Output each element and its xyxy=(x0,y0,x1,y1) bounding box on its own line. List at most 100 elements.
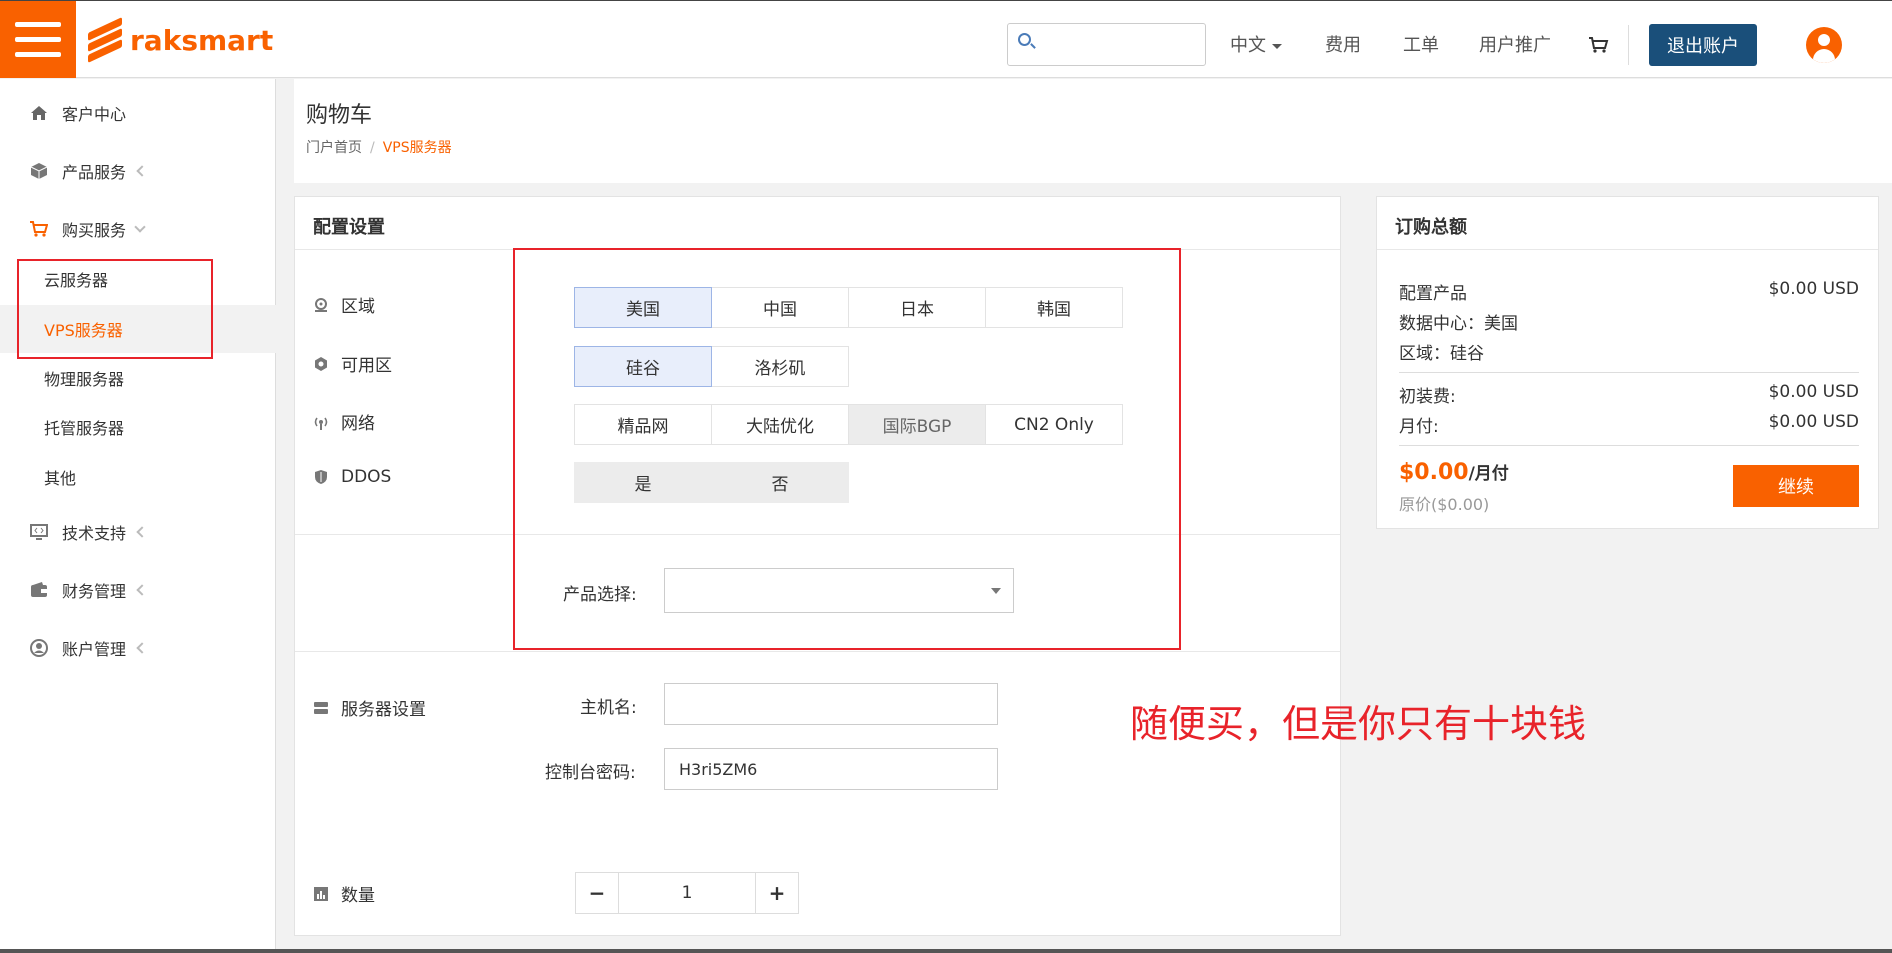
summary-setup-label: 初装费: xyxy=(1399,387,1456,407)
region-option-us[interactable]: 美国 xyxy=(574,287,712,328)
signal-icon xyxy=(314,417,328,430)
sidebar-subitem-dedicated[interactable]: 物理服务器 xyxy=(0,354,276,402)
shield-icon xyxy=(315,470,327,484)
brand-logo[interactable]: raksmart xyxy=(88,17,273,63)
region-label-text: 区域 xyxy=(341,297,375,317)
divider xyxy=(1399,445,1859,446)
hostname-input[interactable] xyxy=(664,683,998,725)
total-unit: /月付 xyxy=(1468,464,1509,484)
breadcrumb-separator: / xyxy=(370,140,375,156)
quantity-label: 数量 xyxy=(313,881,375,906)
user-circle-icon xyxy=(30,639,48,657)
user-avatar-icon[interactable] xyxy=(1806,27,1842,63)
sidebar-item-account[interactable]: 账户管理 xyxy=(0,628,276,668)
breadcrumb-current: VPS服务器 xyxy=(382,140,452,156)
hamburger-menu-button[interactable] xyxy=(0,1,76,78)
chevron-down-icon xyxy=(134,221,146,233)
summary-product-price: $0.00 USD xyxy=(1768,279,1859,299)
search-box[interactable] xyxy=(1007,23,1206,66)
nav-link-tickets[interactable]: 工单 xyxy=(1403,31,1439,57)
nav-link-referral[interactable]: 用户推广 xyxy=(1479,31,1551,57)
password-label: 控制台密码: xyxy=(545,763,636,783)
network-label: 网络 xyxy=(313,409,375,434)
summary-datacenter: 数据中心：美国 xyxy=(1399,309,1859,334)
summary-datacenter-text: 数据中心：美国 xyxy=(1399,314,1518,334)
breadcrumb: 门户首页 / VPS服务器 xyxy=(306,137,452,157)
sidebar-item-label: 产品服务 xyxy=(62,163,127,182)
sidebar-item-label: 购买服务 xyxy=(62,221,127,240)
quantity-value[interactable]: 1 xyxy=(618,873,756,913)
summary-monthly-label: 月付: xyxy=(1399,417,1439,437)
bottom-border xyxy=(0,949,1892,953)
cart-icon[interactable] xyxy=(1589,37,1609,53)
sidebar-item-client-center[interactable]: 客户中心 xyxy=(0,93,276,133)
total-amount: $0.00 xyxy=(1399,460,1469,485)
sidebar-subitem-colocation[interactable]: 托管服务器 xyxy=(0,403,276,451)
decrement-button[interactable]: − xyxy=(576,873,618,913)
logout-button[interactable]: 退出账户 xyxy=(1649,24,1757,66)
location-icon xyxy=(315,297,327,312)
nav-link-fees[interactable]: 费用 xyxy=(1325,31,1361,57)
sidebar-item-finance[interactable]: 财务管理 xyxy=(0,570,276,610)
header-divider xyxy=(1628,25,1629,65)
server-settings-text: 服务器设置 xyxy=(341,700,426,720)
divider xyxy=(1377,249,1878,250)
zone-option-silicon-valley[interactable]: 硅谷 xyxy=(574,346,712,387)
summary-product-row: 配置产品 $0.00 USD xyxy=(1399,279,1859,304)
summary-monthly-row: 月付: $0.00 USD xyxy=(1399,412,1859,437)
chevron-left-icon xyxy=(136,526,148,538)
ddos-label-text: DDOS xyxy=(341,467,392,487)
server-settings-label: 服务器设置 xyxy=(313,695,426,720)
top-header: raksmart 中文 费用 工单 用户推广 退出账户 xyxy=(0,0,1892,78)
chevron-left-icon xyxy=(136,584,148,596)
zone-label: 可用区 xyxy=(313,351,392,376)
code-icon xyxy=(30,524,48,540)
server-icon xyxy=(314,701,328,714)
annotation-text: 随便买，但是你只有十块钱 xyxy=(1130,702,1587,746)
hexagon-icon xyxy=(315,356,327,371)
password-input[interactable]: H3ri5ZM6 xyxy=(664,748,998,790)
divider xyxy=(295,651,1340,652)
breadcrumb-home-link[interactable]: 门户首页 xyxy=(306,140,362,156)
sidebar-item-label: 客户中心 xyxy=(62,105,127,124)
language-label: 中文 xyxy=(1230,35,1266,56)
box-icon xyxy=(30,163,48,179)
sidebar-item-label: 技术支持 xyxy=(62,524,127,543)
wallet-icon xyxy=(31,582,47,597)
total-price: $0.00/月付 xyxy=(1399,459,1509,485)
summary-setup-price: $0.00 USD xyxy=(1768,382,1859,402)
sidebar-item-label: 账户管理 xyxy=(62,640,127,659)
chevron-left-icon xyxy=(136,642,148,654)
subitem-label: 物理服务器 xyxy=(44,370,125,389)
cart-icon xyxy=(30,221,48,237)
summary-monthly-price: $0.00 USD xyxy=(1768,412,1859,432)
order-summary-panel: 订购总额 配置产品 $0.00 USD 数据中心：美国 区域：硅谷 初装费: $… xyxy=(1376,196,1879,529)
sidebar-item-purchase[interactable]: 购买服务 xyxy=(0,209,276,249)
sidebar: 客户中心 产品服务 购买服务 云服务器 VPS服务器 物理服务器 托管服务器 其… xyxy=(0,79,276,953)
sidebar-item-products[interactable]: 产品服务 xyxy=(0,151,276,191)
subitem-label: 托管服务器 xyxy=(44,419,125,438)
highlight-box xyxy=(17,259,213,359)
sidebar-item-support[interactable]: 技术支持 xyxy=(0,512,276,552)
summary-region: 区域：硅谷 xyxy=(1399,339,1859,364)
chevron-down-icon xyxy=(1272,43,1282,49)
ddos-label: DDOS xyxy=(313,467,391,487)
increment-button[interactable]: + xyxy=(756,873,798,913)
summary-region-text: 区域：硅谷 xyxy=(1399,344,1484,364)
home-icon xyxy=(31,106,47,120)
sidebar-subitem-other[interactable]: 其他 xyxy=(0,453,276,501)
quantity-stepper: − 1 + xyxy=(575,872,799,914)
network-label-text: 网络 xyxy=(341,414,375,434)
zone-label-text: 可用区 xyxy=(341,356,392,376)
bar-chart-icon xyxy=(314,886,328,901)
page-title: 购物车 xyxy=(306,103,373,128)
page-header: 购物车 门户首页 / VPS服务器 xyxy=(294,79,1892,183)
search-input[interactable] xyxy=(1038,28,1198,61)
language-dropdown[interactable]: 中文 xyxy=(1230,31,1282,57)
hostname-label: 主机名: xyxy=(580,698,637,718)
continue-button[interactable]: 继续 xyxy=(1733,465,1859,507)
config-title: 配置设置 xyxy=(313,217,385,238)
chevron-left-icon xyxy=(136,165,148,177)
raksmart-logo-icon xyxy=(88,17,122,63)
sidebar-item-label: 财务管理 xyxy=(62,582,127,601)
